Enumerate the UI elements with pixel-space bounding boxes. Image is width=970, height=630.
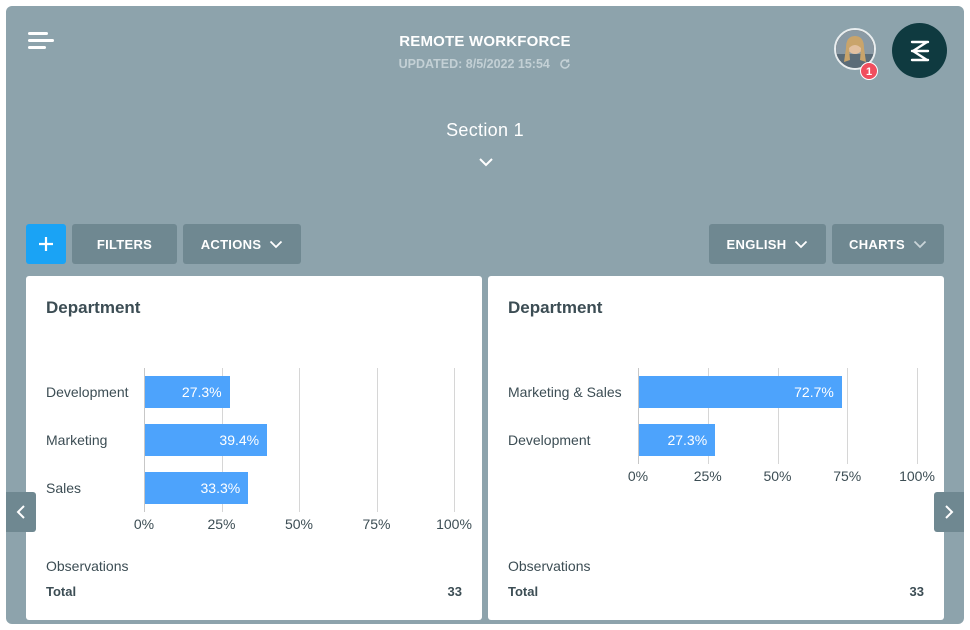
actions-button[interactable]: ACTIONS bbox=[183, 224, 301, 264]
plus-icon bbox=[39, 237, 53, 251]
x-tick-label: 50% bbox=[284, 516, 314, 532]
refresh-icon[interactable] bbox=[559, 58, 571, 70]
next-button[interactable] bbox=[934, 492, 964, 532]
observations-label: Observations bbox=[46, 558, 129, 574]
charts-label: CHARTS bbox=[849, 236, 905, 252]
previous-button[interactable] bbox=[6, 492, 36, 532]
gridline bbox=[917, 368, 918, 464]
updated-text: UPDATED: 8/5/2022 15:54 bbox=[398, 57, 550, 71]
filters-button[interactable]: FILTERS bbox=[72, 224, 177, 264]
bar[interactable]: 27.3% bbox=[145, 376, 230, 408]
category-label: Sales bbox=[46, 480, 82, 496]
bar[interactable]: 33.3% bbox=[145, 472, 249, 504]
category-label: Development bbox=[508, 432, 591, 448]
total-label: Total bbox=[508, 584, 539, 599]
bar[interactable]: 27.3% bbox=[639, 424, 716, 456]
x-tick-label: 0% bbox=[627, 468, 649, 484]
actions-label: ACTIONS bbox=[200, 236, 262, 252]
x-tick-label: 0% bbox=[133, 516, 155, 532]
gridline bbox=[376, 368, 378, 512]
total-value: 33 bbox=[909, 584, 924, 599]
x-tick-label: 100% bbox=[899, 468, 935, 484]
gridline bbox=[299, 368, 300, 512]
gridline bbox=[847, 368, 849, 464]
chevron-right-icon bbox=[945, 505, 954, 519]
filters-label: FILTERS bbox=[96, 236, 153, 252]
category-label: Marketing bbox=[46, 432, 108, 448]
chart-card-1: Department Observations Total 33 0% 25% 50… bbox=[26, 276, 482, 620]
bar[interactable]: 72.7% bbox=[639, 376, 842, 408]
chevron-down-icon bbox=[913, 240, 927, 248]
observations-label: Observations bbox=[508, 558, 591, 574]
x-tick-label: 50% bbox=[763, 468, 792, 484]
x-tick-label: 25% bbox=[207, 516, 236, 532]
bar[interactable]: 39.4% bbox=[145, 424, 268, 456]
category-label: Development bbox=[46, 384, 129, 400]
updated-timestamp: UPDATED: 8/5/2022 15:54 bbox=[6, 57, 964, 71]
add-button[interactable] bbox=[26, 224, 66, 264]
language-label: ENGLISH bbox=[726, 236, 787, 252]
total-label: Total bbox=[46, 584, 77, 599]
section-title: Section 1 bbox=[446, 120, 524, 140]
dashboard-frame: REMOTE WORKFORCE UPDATED: 8/5/2022 15:54… bbox=[6, 6, 964, 624]
chart-card-2: Department Observations Total 33 0% 25% 50… bbox=[488, 276, 944, 620]
charts-button[interactable]: CHARTS bbox=[832, 224, 944, 264]
gridline bbox=[454, 368, 455, 512]
card-title: Department bbox=[508, 298, 603, 317]
chevron-left-icon bbox=[16, 505, 25, 519]
chevron-down-icon bbox=[795, 240, 808, 248]
total-value: 33 bbox=[447, 584, 462, 599]
brand-logo-icon[interactable] bbox=[892, 23, 947, 78]
category-label: Marketing & Sales bbox=[508, 384, 622, 400]
app-title: REMOTE WORKFORCE bbox=[399, 33, 571, 50]
x-tick-label: 100% bbox=[436, 516, 472, 532]
notification-badge: 1 bbox=[860, 62, 878, 80]
chevron-down-icon[interactable] bbox=[478, 156, 494, 168]
x-tick-label: 75% bbox=[833, 468, 862, 484]
chevron-down-icon bbox=[270, 240, 283, 248]
x-tick-label: 25% bbox=[693, 468, 722, 484]
language-select[interactable]: ENGLISH bbox=[709, 224, 826, 264]
card-title: Department bbox=[46, 298, 141, 317]
x-tick-label: 75% bbox=[362, 516, 391, 532]
